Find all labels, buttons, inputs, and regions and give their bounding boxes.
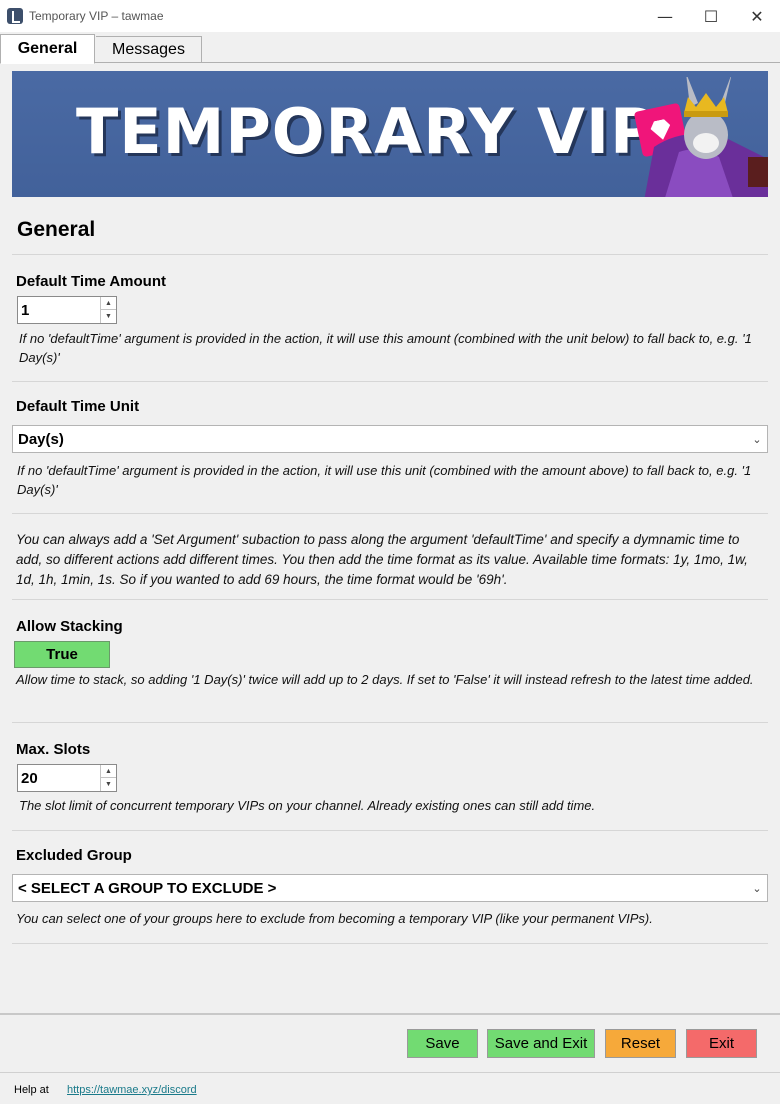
divider bbox=[12, 513, 768, 514]
excluded-group-value: < SELECT A GROUP TO EXCLUDE > bbox=[18, 879, 277, 897]
default-time-unit-description: If no 'defaultTime' argument is provided… bbox=[17, 463, 752, 497]
excluded-group-label: Excluded Group bbox=[16, 847, 132, 864]
tab-strip: General Messages bbox=[0, 32, 780, 64]
app-icon bbox=[7, 8, 23, 24]
exit-button[interactable]: Exit bbox=[686, 1029, 757, 1058]
minimize-button[interactable]: — bbox=[642, 0, 688, 32]
tab-general[interactable]: General bbox=[0, 34, 95, 64]
max-slots-label: Max. Slots bbox=[16, 741, 91, 758]
default-time-unit-label: Default Time Unit bbox=[16, 398, 140, 415]
mascot-illustration bbox=[644, 77, 768, 197]
footer-divider bbox=[0, 1013, 780, 1015]
decrement-icon[interactable]: ▼ bbox=[101, 778, 116, 791]
default-time-amount-description: If no 'defaultTime' argument is provided… bbox=[19, 331, 752, 365]
allow-stacking-label: Allow Stacking bbox=[16, 618, 123, 635]
excluded-group-description: You can select one of your groups here t… bbox=[16, 911, 653, 926]
divider bbox=[12, 943, 768, 944]
default-time-info-note: You can always add a 'Set Argument' suba… bbox=[16, 532, 748, 587]
discord-link[interactable]: https://tawmae.xyz/discord bbox=[67, 1084, 197, 1096]
allow-stacking-toggle[interactable]: True bbox=[14, 641, 110, 668]
allow-stacking-description: Allow time to stack, so adding '1 Day(s)… bbox=[16, 672, 754, 687]
increment-icon[interactable]: ▲ bbox=[101, 297, 116, 310]
help-bar: Help at https://tawmae.xyz/discord bbox=[0, 1072, 780, 1104]
max-slots-input[interactable] bbox=[18, 765, 98, 791]
stepper-arrows: ▲ ▼ bbox=[100, 765, 116, 791]
stepper-arrows: ▲ ▼ bbox=[100, 297, 116, 323]
default-time-amount-label: Default Time Amount bbox=[16, 273, 167, 290]
window-title: Temporary VIP – tawmae bbox=[29, 9, 164, 23]
chevron-down-icon: ⌄ bbox=[752, 882, 762, 895]
default-time-amount-stepper[interactable]: ▲ ▼ bbox=[17, 296, 117, 324]
chevron-down-icon: ⌄ bbox=[752, 433, 762, 446]
default-time-amount-input[interactable] bbox=[18, 297, 98, 323]
help-label: Help at bbox=[14, 1084, 49, 1096]
default-time-unit-select[interactable]: Day(s) ⌄ bbox=[12, 425, 768, 453]
header-banner: TEMPORARY VIP bbox=[12, 71, 768, 197]
increment-icon[interactable]: ▲ bbox=[101, 765, 116, 778]
max-slots-stepper[interactable]: ▲ ▼ bbox=[17, 764, 117, 792]
page-title: General bbox=[17, 218, 96, 241]
save-button[interactable]: Save bbox=[407, 1029, 478, 1058]
divider bbox=[12, 381, 768, 382]
title-bar: Temporary VIP – tawmae — ☐ ✕ bbox=[0, 0, 780, 32]
banner-title: TEMPORARY VIP bbox=[76, 95, 657, 168]
divider bbox=[12, 830, 768, 831]
maximize-button[interactable]: ☐ bbox=[688, 0, 734, 32]
decrement-icon[interactable]: ▼ bbox=[101, 310, 116, 323]
divider bbox=[12, 254, 768, 255]
tab-messages[interactable]: Messages bbox=[96, 36, 202, 63]
divider bbox=[12, 599, 768, 600]
window-controls: — ☐ ✕ bbox=[642, 0, 780, 32]
close-button[interactable]: ✕ bbox=[734, 0, 780, 32]
excluded-group-select[interactable]: < SELECT A GROUP TO EXCLUDE > ⌄ bbox=[12, 874, 768, 902]
save-and-exit-button[interactable]: Save and Exit bbox=[487, 1029, 595, 1058]
divider bbox=[12, 722, 768, 723]
reset-button[interactable]: Reset bbox=[605, 1029, 676, 1058]
max-slots-description: The slot limit of concurrent temporary V… bbox=[19, 798, 596, 813]
default-time-unit-value: Day(s) bbox=[18, 430, 64, 448]
